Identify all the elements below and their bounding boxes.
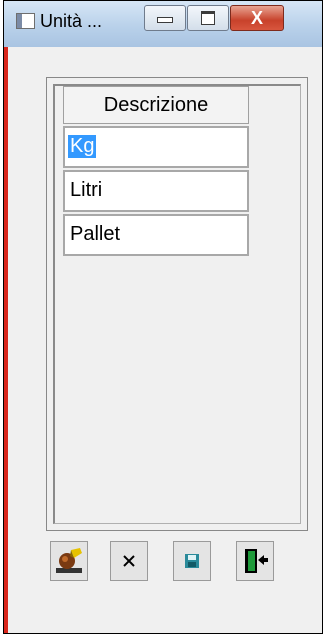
- minimize-button[interactable]: [144, 5, 186, 31]
- grid-cell[interactable]: Kg: [68, 135, 97, 158]
- exit-icon: [245, 549, 268, 573]
- exit-button[interactable]: [236, 541, 274, 581]
- grid-row[interactable]: Litri: [63, 170, 249, 212]
- edit-icon: [56, 548, 82, 573]
- grid-cell[interactable]: Litri: [68, 179, 104, 202]
- caption-buttons: X: [144, 5, 284, 31]
- grid-row[interactable]: Pallet: [63, 214, 249, 256]
- close-icon: X: [250, 8, 263, 28]
- window-title: Unità ...: [40, 11, 103, 31]
- grid-frame: Descrizione Kg Litri Pallet: [46, 77, 308, 531]
- app-window: Unità ... X Descrizione Kg Litri Pallet: [3, 0, 323, 634]
- minimize-icon: [157, 17, 173, 23]
- app-icon[interactable]: [16, 13, 35, 29]
- grid-cell[interactable]: Pallet: [68, 223, 122, 246]
- save-button[interactable]: [173, 541, 211, 581]
- bottom-toolbar: [50, 541, 320, 585]
- grid-rows: Kg Litri Pallet: [63, 126, 249, 258]
- edit-button[interactable]: [50, 541, 88, 581]
- delete-button[interactable]: [110, 541, 148, 581]
- maximize-icon: [201, 11, 215, 25]
- title-bar[interactable]: Unità ... X: [4, 1, 322, 47]
- close-button[interactable]: X: [230, 5, 284, 31]
- column-header-descrizione[interactable]: Descrizione: [63, 86, 249, 124]
- save-icon: [185, 554, 199, 568]
- grid-row[interactable]: Kg: [63, 126, 249, 168]
- maximize-button[interactable]: [187, 5, 229, 31]
- delete-icon: [123, 555, 135, 567]
- client-area: Descrizione Kg Litri Pallet: [8, 47, 322, 633]
- data-grid[interactable]: Descrizione Kg Litri Pallet: [53, 84, 301, 524]
